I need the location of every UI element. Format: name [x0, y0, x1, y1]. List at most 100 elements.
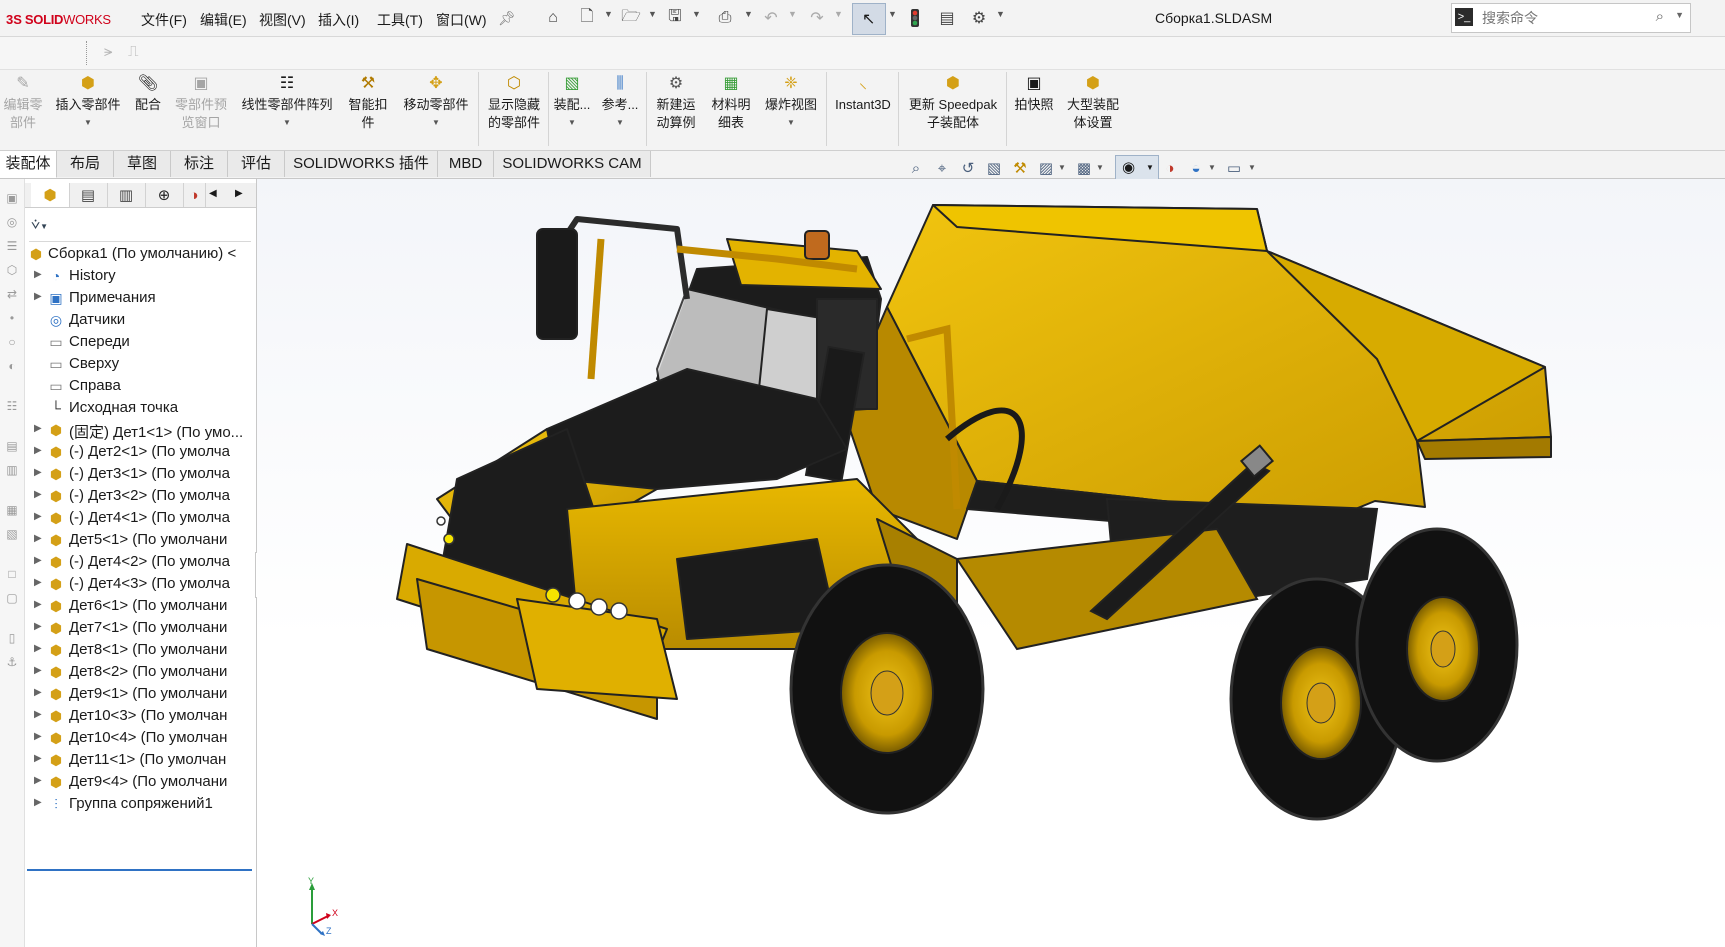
- zoom-to-area-icon[interactable]: ⌖: [932, 158, 952, 178]
- tab-assembly[interactable]: 装配体: [0, 151, 57, 178]
- expand-arrow-icon[interactable]: ▶: [34, 599, 42, 610]
- menu-tools[interactable]: 工具(T): [377, 10, 423, 30]
- chevron-down-icon[interactable]: ▼: [648, 9, 657, 19]
- bill-of-materials-button[interactable]: ▦ 材料明 细表: [706, 74, 756, 132]
- component-preview-window-button[interactable]: ▣ 零部件预 览窗口: [170, 74, 232, 132]
- tree-item-component[interactable]: ▶ ⬢ Дет9<1> (По умолчани: [25, 683, 256, 707]
- mate-button[interactable]: 📎︎ 配合: [130, 74, 166, 114]
- panel-tool-icon[interactable]: •: [3, 309, 21, 327]
- update-speedpak-button[interactable]: ⬢ 更新 Speedpak 子装配体: [902, 74, 1004, 132]
- tree-filter[interactable]: ⩒▼: [31, 216, 251, 238]
- tree-item-component[interactable]: ▶ ⬢ (固定) Дет1<1> (По умо...: [25, 419, 256, 443]
- chevron-down-icon[interactable]: ▼: [692, 9, 701, 19]
- chevron-down-icon[interactable]: ▼: [834, 9, 843, 19]
- tree-item-plane[interactable]: ▭ Сверху: [25, 353, 256, 377]
- panel-tool-icon[interactable]: ▯: [3, 629, 21, 647]
- tree-item-history[interactable]: ▶ ◔ History: [25, 265, 256, 289]
- tree-item-component[interactable]: ▶ ⬢ Дет9<4> (По умолчани: [25, 771, 256, 795]
- chevron-down-icon[interactable]: ▼: [1208, 163, 1216, 172]
- panel-tool-icon[interactable]: ▣: [3, 189, 21, 207]
- graphics-viewport[interactable]: [257, 179, 1725, 947]
- zoom-to-fit-icon[interactable]: ⌕: [906, 158, 926, 178]
- file-properties-icon[interactable]: ▤: [936, 7, 958, 29]
- configuration-manager-tab-icon[interactable]: ▥: [107, 183, 146, 207]
- pin-icon[interactable]: 📌︎: [496, 7, 518, 29]
- section-view-icon[interactable]: ▧: [984, 158, 1004, 178]
- expand-arrow-icon[interactable]: ▶: [34, 797, 42, 808]
- property-manager-tab-icon[interactable]: ▤: [69, 183, 108, 207]
- chevron-down-icon[interactable]: ▼: [1058, 163, 1066, 172]
- articulated-dump-truck-model[interactable]: [257, 179, 1725, 947]
- exploded-view-button[interactable]: ❈ 爆炸视图 ▼: [760, 74, 822, 132]
- edit-appearance-icon[interactable]: ◑: [1160, 158, 1180, 178]
- panel-tool-icon[interactable]: ▧: [3, 525, 21, 543]
- chevron-down-icon[interactable]: ▼: [787, 114, 795, 132]
- expand-arrow-icon[interactable]: ▶: [34, 555, 42, 566]
- view-orientation-icon[interactable]: ▨: [1036, 158, 1056, 178]
- tree-item-component[interactable]: ▶ ⫶ Группа сопряжений1: [25, 793, 256, 817]
- expand-arrow-icon[interactable]: ▶: [34, 643, 42, 654]
- linear-component-pattern-button[interactable]: ☷ 线性零部件阵列 ▼: [236, 74, 338, 132]
- expand-arrow-icon[interactable]: ▶: [34, 709, 42, 720]
- expand-arrow-icon[interactable]: ▶: [34, 291, 42, 302]
- menu-file[interactable]: 文件(F): [141, 10, 187, 30]
- menu-view[interactable]: 视图(V): [259, 10, 306, 30]
- large-assembly-settings-button[interactable]: ⬢ 大型装配 体设置: [1062, 74, 1124, 132]
- gear-icon[interactable]: ⚙: [968, 7, 990, 29]
- expand-arrow-icon[interactable]: ▶: [34, 621, 42, 632]
- menu-edit[interactable]: 编辑(E): [200, 10, 247, 30]
- panel-tool-icon[interactable]: ☰: [3, 237, 21, 255]
- tab-mbd[interactable]: MBD: [438, 151, 494, 177]
- tab-solidworks-addins[interactable]: SOLIDWORKS 插件: [285, 151, 438, 177]
- tree-item-component[interactable]: ▶ ⬢ Дет6<1> (По умолчани: [25, 595, 256, 619]
- expand-arrow-icon[interactable]: ▶: [34, 687, 42, 698]
- expand-arrow-icon[interactable]: ▶: [34, 753, 42, 764]
- panel-tool-icon[interactable]: ◐: [3, 357, 21, 375]
- feature-tree-tab-icon[interactable]: ⬢: [31, 183, 70, 207]
- tab-evaluate[interactable]: 评估: [228, 151, 285, 177]
- display-style-icon[interactable]: ▩: [1074, 158, 1094, 178]
- panel-tool-icon[interactable]: ☷: [3, 397, 21, 415]
- tree-item-component[interactable]: ▶ ⬢ Дет5<1> (По умолчани: [25, 529, 256, 553]
- chevron-down-icon[interactable]: ▼: [996, 9, 1005, 19]
- toolbar-grip[interactable]: [86, 41, 88, 65]
- chevron-down-icon[interactable]: ▼: [432, 114, 440, 132]
- edit-component-button[interactable]: ✎ 编辑零 部件: [0, 74, 46, 132]
- dynamic-annotation-icon[interactable]: ⚒: [1010, 158, 1030, 178]
- tab-markup[interactable]: 标注: [171, 151, 228, 177]
- panel-tool-icon[interactable]: ⬡: [3, 261, 21, 279]
- chevron-down-icon[interactable]: ▼: [283, 114, 291, 132]
- chevron-down-icon[interactable]: ▼: [1096, 163, 1104, 172]
- traffic-light-icon[interactable]: [904, 7, 926, 29]
- panel-tool-icon[interactable]: ▥: [3, 461, 21, 479]
- tree-item-component[interactable]: ▶ ⬢ Дет10<3> (По умолчан: [25, 705, 256, 729]
- reference-geometry-button[interactable]: ⫼ 参考... ▼: [598, 74, 642, 132]
- menu-insert[interactable]: 插入(I): [318, 10, 359, 30]
- instant3d-button[interactable]: ⸜ Instant3D: [830, 74, 896, 114]
- panel-tool-icon[interactable]: ⇄: [3, 285, 21, 303]
- tree-item-component[interactable]: ▶ ⬢ (-) Дет4<2> (По умолча: [25, 551, 256, 575]
- select-tool-button[interactable]: ↖: [852, 3, 886, 35]
- display-manager-tab-icon[interactable]: ◑: [183, 183, 206, 207]
- chevron-down-icon[interactable]: ▼: [568, 114, 576, 132]
- insert-components-button[interactable]: ⬢ 插入零部件 ▼: [50, 74, 126, 132]
- dimxpert-tab-icon[interactable]: ⊕: [145, 183, 184, 207]
- chevron-down-icon[interactable]: ▼: [84, 114, 92, 132]
- sketch-relations-icon[interactable]: ⪫: [104, 43, 112, 60]
- tree-item-component[interactable]: ▶ ⬢ Дет11<1> (По умолчан: [25, 749, 256, 773]
- expand-arrow-icon[interactable]: ▶: [34, 665, 42, 676]
- panel-tool-icon[interactable]: ⚓: [3, 653, 21, 671]
- tree-item-component[interactable]: ▶ ⬢ Дет10<4> (По умолчан: [25, 727, 256, 751]
- chevron-down-icon[interactable]: ▼: [616, 114, 624, 132]
- take-snapshot-button[interactable]: ▣ 拍快照: [1010, 74, 1058, 114]
- redo-icon[interactable]: ↷: [806, 7, 828, 29]
- tree-root-assembly[interactable]: ⬢ Сборка1 (По умолчанию) <: [25, 243, 256, 267]
- home-icon[interactable]: ⌂: [542, 7, 564, 29]
- tree-item-component[interactable]: ▶ ⬢ (-) Дет2<1> (По умолча: [25, 441, 256, 465]
- menu-window[interactable]: 窗口(W): [436, 10, 487, 30]
- chevron-down-icon[interactable]: ▼: [1248, 163, 1256, 172]
- apply-scene-icon[interactable]: ◒: [1186, 158, 1206, 178]
- chevron-down-icon[interactable]: ▼: [788, 9, 797, 19]
- expand-arrow-icon[interactable]: ▶: [34, 489, 42, 500]
- search-icon[interactable]: ⌕: [1656, 8, 1664, 25]
